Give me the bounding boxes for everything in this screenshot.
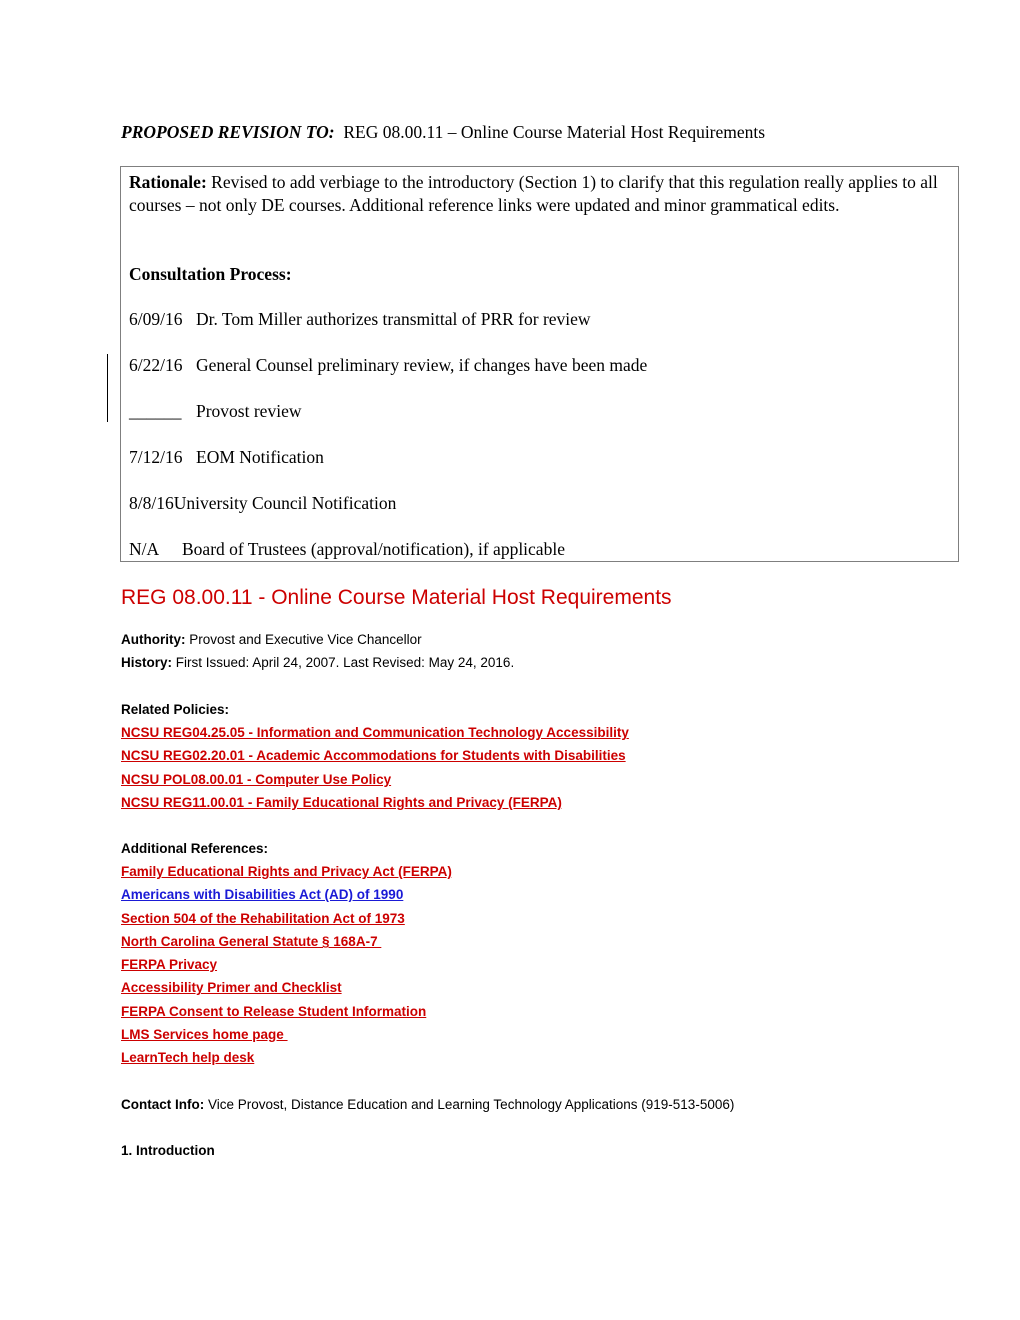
proposed-revision-label: PROPOSED REVISION TO:	[121, 122, 335, 142]
proposed-revision-header: PROPOSED REVISION TO: REG 08.00.11 – Onl…	[121, 122, 765, 143]
step-text: Board of Trustees (approval/notification…	[182, 539, 565, 559]
contact-value: Vice Provost, Distance Education and Lea…	[204, 1097, 735, 1112]
regulation-title: REG 08.00.11 - Online Course Material Ho…	[121, 586, 672, 609]
step-date: N/A	[129, 539, 160, 559]
revision-change-bar	[107, 354, 108, 422]
authority-label: Authority:	[121, 632, 186, 647]
rationale-label: Rationale:	[129, 172, 207, 192]
step-text: General Counsel preliminary review, if c…	[196, 355, 648, 375]
step-date: 7/12/16	[129, 447, 183, 467]
related-policy-link[interactable]: NCSU REG04.25.05 - Information and Commu…	[121, 725, 629, 740]
proposed-revision-text: REG 08.00.11 – Online Course Material Ho…	[343, 122, 766, 142]
step-text: EOM Notification	[196, 447, 324, 467]
step-date: ______	[129, 401, 182, 421]
reference-link-visited[interactable]: Americans with Disabilities Act (AD) of …	[121, 887, 403, 902]
reference-link[interactable]: Section 504 of the Rehabilitation Act of…	[121, 911, 405, 926]
reference-link[interactable]: FERPA Consent to Release Student Informa…	[121, 1004, 426, 1019]
reference-link[interactable]: LMS Services home page	[121, 1027, 288, 1042]
history-label: History:	[121, 655, 173, 670]
step-date: 8/8/16	[129, 493, 174, 513]
rationale-paragraph: Rationale: Revised to add verbiage to th…	[129, 171, 954, 217]
reference-link[interactable]: Family Educational Rights and Privacy Ac…	[121, 864, 452, 879]
step-date: 6/22/16	[129, 355, 183, 375]
step-text: University Council Notification	[173, 493, 397, 513]
reference-link[interactable]: LearnTech help desk	[121, 1050, 254, 1065]
consultation-step: 7/12/16 EOM Notification	[129, 447, 324, 468]
authority-value: Provost and Executive Vice Chancellor	[185, 632, 422, 647]
step-text: Dr. Tom Miller authorizes transmittal of…	[196, 309, 591, 329]
authority-line: Authority: Provost and Executive Vice Ch…	[121, 632, 422, 647]
related-policy-link[interactable]: NCSU REG11.00.01 - Family Educational Ri…	[121, 795, 562, 810]
related-policy-link[interactable]: NCSU REG02.20.01 - Academic Accommodatio…	[121, 748, 626, 763]
additional-references-heading: Additional References:	[121, 841, 269, 856]
section-introduction-heading: 1. Introduction	[121, 1143, 215, 1158]
step-text: Provost review	[196, 401, 302, 421]
reference-link[interactable]: North Carolina General Statute § 168A-7	[121, 934, 381, 949]
related-policies-heading: Related Policies:	[121, 702, 230, 717]
consultation-heading: Consultation Process:	[129, 264, 292, 284]
related-policy-link[interactable]: NCSU POL08.00.01 - Computer Use Policy	[121, 772, 391, 787]
additional-references-list: Family Educational Rights and Privacy Ac…	[121, 862, 452, 1072]
step-date: 6/09/16	[129, 309, 183, 329]
contact-info-line: Contact Info: Vice Provost, Distance Edu…	[121, 1097, 734, 1112]
rationale-box: Rationale: Revised to add verbiage to th…	[120, 166, 959, 562]
history-line: History: First Issued: April 24, 2007. L…	[121, 655, 514, 670]
consultation-step: 8/8/16University Council Notification	[129, 493, 396, 514]
consultation-step: 6/09/16 Dr. Tom Miller authorizes transmi…	[129, 309, 591, 330]
rationale-text: Revised to add verbiage to the introduct…	[129, 172, 938, 215]
contact-label: Contact Info:	[121, 1097, 205, 1112]
reference-link[interactable]: Accessibility Primer and Checklist	[121, 980, 342, 995]
related-policies-list: NCSU REG04.25.05 - Information and Commu…	[121, 723, 629, 816]
consultation-step: ______ Provost review	[129, 401, 301, 422]
history-value: First Issued: April 24, 2007. Last Revis…	[172, 655, 515, 670]
consultation-step: 6/22/16 General Counsel preliminary revie…	[129, 355, 647, 376]
consultation-step: N/A Board of Trustees (approval/notificat…	[129, 539, 565, 560]
reference-link[interactable]: FERPA Privacy	[121, 957, 217, 972]
